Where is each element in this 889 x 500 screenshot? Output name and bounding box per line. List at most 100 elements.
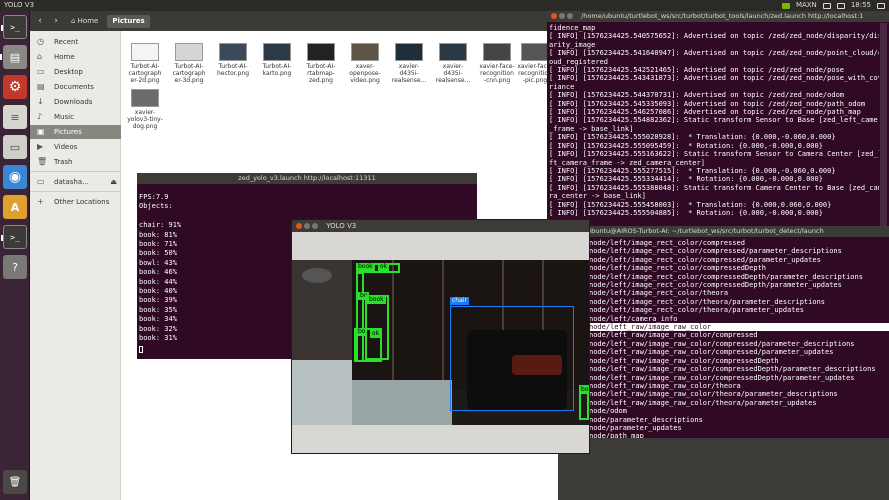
maximize-icon[interactable] xyxy=(567,13,573,19)
settings-launcher-icon[interactable]: ⚙ xyxy=(3,75,27,99)
sidebar-item-label: Documents xyxy=(54,83,94,91)
breadcrumb-current[interactable]: Pictures xyxy=(107,14,150,28)
trash-launcher-icon[interactable]: 🗑 xyxy=(3,470,27,494)
terminal-line: book: 50% xyxy=(139,249,177,258)
sidebar-item-label: datasha... xyxy=(54,178,89,186)
sidebar-item-drive[interactable]: ▭ datasha... ⏏ xyxy=(30,175,121,189)
terminal-line: node/odom xyxy=(589,407,627,416)
zed-launch-title: /home/ubuntu/turtlebot_ws/src/turbot/tur… xyxy=(581,12,864,20)
sidebar-item-documents[interactable]: ▤ Documents xyxy=(30,80,121,94)
sidebar-item-other-locations[interactable]: + Other Locations xyxy=(30,195,121,209)
terminal-launcher-icon[interactable]: >_ xyxy=(1,15,27,39)
window-buttons xyxy=(551,11,575,22)
file-item[interactable]: xavier-d435i-realsense... xyxy=(431,43,475,84)
nvidia-icon[interactable] xyxy=(781,2,790,9)
sidebar-item-home[interactable]: ⌂ Home xyxy=(30,50,121,64)
yolo-launch-title: zed_yolo_v3.launch http://localhost:1131… xyxy=(238,174,376,182)
power-mode-label[interactable]: MAXN xyxy=(796,0,817,11)
minimize-icon[interactable] xyxy=(559,13,565,19)
terminal-line: [ INFO] [1576234425.543431873]: Advertis… xyxy=(549,74,879,83)
detection-label: book xyxy=(367,296,386,304)
file-thumbnail xyxy=(395,43,423,61)
terminal-line: node/parameter_updates xyxy=(589,423,682,432)
software-launcher-icon[interactable]: A xyxy=(3,195,27,219)
terminal-line: node/left_raw/image_raw_color/compressed… xyxy=(589,373,855,382)
terminal-line: node/left/camera_info xyxy=(589,314,678,323)
terminal-line: book: 35% xyxy=(139,305,177,314)
home-icon: ⌂ xyxy=(37,52,43,61)
terminal-line: node/left_raw/image_raw_color/theora/par… xyxy=(589,398,817,407)
maximize-icon[interactable] xyxy=(312,223,318,229)
file-name-line: realsense... xyxy=(391,77,427,84)
terminal-line: [ INFO] [1576234425.555277515]: * Transl… xyxy=(549,166,836,175)
network-icon[interactable] xyxy=(822,2,831,9)
detection-label: chair xyxy=(450,297,469,305)
drive-launcher-icon[interactable]: ▭ xyxy=(3,135,27,159)
sidebar-item-label: Recent xyxy=(54,38,79,46)
sidebar-item-recent[interactable]: ◷ Recent xyxy=(30,35,121,49)
terminal-line: node/left/image_rect_color/theora/parame… xyxy=(589,306,804,315)
detection-label: ok xyxy=(370,330,382,338)
file-item[interactable]: Turbot-AI-hector.png xyxy=(211,43,255,77)
chromium-launcher-icon[interactable]: ◉ xyxy=(3,165,27,189)
clock[interactable]: 18:55 xyxy=(851,0,871,11)
terminal-line: node/left_raw/image_raw_color/compressed… xyxy=(589,348,834,357)
camera-view: book ok bo book bo ok chair bo xyxy=(292,260,589,425)
forward-icon[interactable]: › xyxy=(50,15,62,27)
power-icon[interactable] xyxy=(877,2,885,9)
videos-icon: ▶ xyxy=(37,142,44,151)
sidebar-item-trash[interactable]: 🗑 Trash xyxy=(30,155,121,169)
file-name-line: karto.png xyxy=(262,70,292,77)
zed-launch-titlebar: /home/ubuntu/turtlebot_ws/src/turbot/tur… xyxy=(547,11,889,22)
file-item[interactable]: xavier-d435i-realsense... xyxy=(387,43,431,84)
file-item[interactable]: Turbot-AI-cartograph er-2d.png xyxy=(123,43,167,84)
close-icon[interactable] xyxy=(551,13,557,19)
file-thumbnail xyxy=(521,43,549,61)
file-item[interactable]: Turbot-AI-rtabmap-zed.png xyxy=(299,43,343,84)
close-icon[interactable] xyxy=(296,223,302,229)
terminal-line: fidence_map xyxy=(549,24,596,32)
yolo-launch-output: FPS:7.9 Objects: chair: 91% book: 81% book:… xyxy=(139,193,289,353)
terminal-line: riance xyxy=(549,82,575,91)
topics-terminal[interactable]: ubuntu@AIROS-Turbot-AI: ~/turtlebot_ws/s… xyxy=(587,226,889,438)
terminal-line: node/left_raw/image_raw_color/compressed… xyxy=(589,365,876,374)
terminal-2-launcher-icon[interactable]: >_ xyxy=(1,225,27,249)
terminal-line: node/left_raw/image_raw_color/compressed… xyxy=(589,356,779,365)
yolo-window[interactable]: YOLO V3 book ok bo book bo ok chair bo xyxy=(291,219,590,454)
terminal-line: [ INFO] [1576234425.544370731]: Advertis… xyxy=(549,91,845,100)
sidebar-item-label: Other Locations xyxy=(54,198,110,206)
terminal-line: node/left/image_rect_color/compressed xyxy=(589,239,745,247)
terminal-line: ft_camera_frame -> zed_camera_center] xyxy=(549,158,705,167)
file-item[interactable]: Turbot-AI-cartograph er-3d.png xyxy=(167,43,211,84)
file-item[interactable]: xavier-yolov3-tiny-dog.png xyxy=(123,89,167,130)
terminal-line: [ INFO] [1576234425.546257086]: Advertis… xyxy=(549,108,861,117)
file-name-line: d435i- xyxy=(399,70,419,77)
window-buttons xyxy=(296,220,320,232)
sidebar-item-desktop[interactable]: ▭ Desktop xyxy=(30,65,121,79)
yolo-launch-titlebar: zed_yolo_v3.launch http://localhost:1131… xyxy=(137,173,477,184)
back-icon[interactable]: ‹ xyxy=(34,15,46,27)
eject-icon[interactable]: ⏏ xyxy=(110,175,117,189)
documents-icon: ▤ xyxy=(37,82,45,91)
sidebar-item-videos[interactable]: ▶ Videos xyxy=(30,140,121,154)
sidebar-item-label: Music xyxy=(54,113,74,121)
file-thumbnail xyxy=(439,43,467,61)
unknown-launcher-icon[interactable]: ? xyxy=(3,255,27,279)
breadcrumb-home[interactable]: ⌂ Home xyxy=(66,15,103,28)
sidebar-item-pictures[interactable]: ▣ Pictures xyxy=(30,125,121,139)
file-item[interactable]: xaver-openpose-video.png xyxy=(343,43,387,84)
volume-icon[interactable] xyxy=(836,2,845,9)
text-editor-launcher-icon[interactable]: ≡ xyxy=(3,105,27,129)
terminal-line: node/left/image_rect_color/compressedDep… xyxy=(589,281,842,290)
zed-launch-terminal[interactable]: /home/ubuntu/turtlebot_ws/src/turbot/tur… xyxy=(547,11,889,239)
terminal-line: [ INFO] [1576234425.540575652]: Advertis… xyxy=(549,32,879,41)
sidebar-item-music[interactable]: ♪ Music xyxy=(30,110,121,124)
file-item[interactable]: Turbot-AI-karto.png xyxy=(255,43,299,77)
sidebar-item-downloads[interactable]: ↓ Downloads xyxy=(30,95,121,109)
minimize-icon[interactable] xyxy=(304,223,310,229)
scrollbar[interactable] xyxy=(880,23,887,239)
files-launcher-icon[interactable]: ▤ xyxy=(0,45,27,69)
terminal-line: book: 44% xyxy=(139,277,177,286)
cabinet-frame xyxy=(392,260,394,390)
